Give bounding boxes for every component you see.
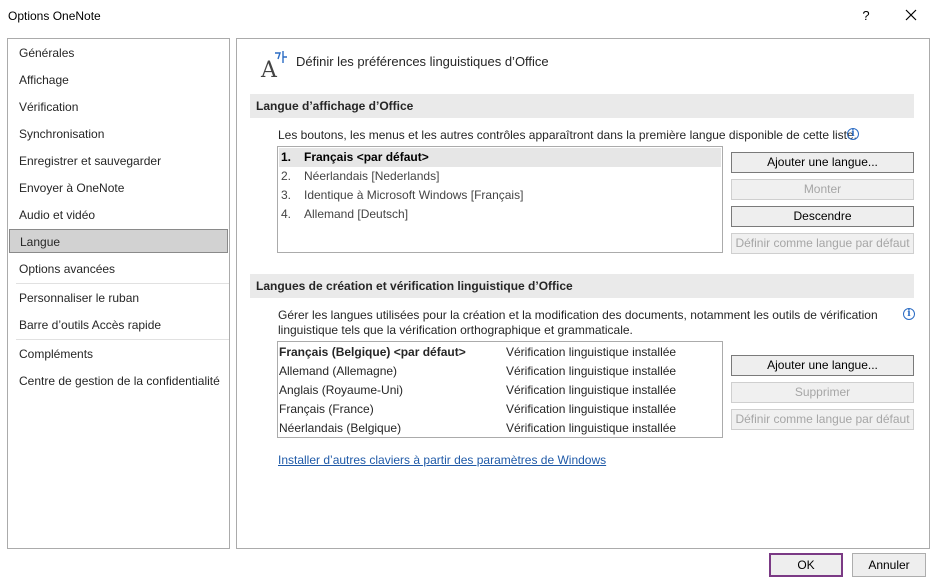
move-down-button[interactable]: Descendre (731, 206, 914, 227)
sidebar-item-envoyer[interactable]: Envoyer à OneNote (9, 176, 228, 200)
ok-button[interactable]: OK (769, 553, 843, 577)
close-button[interactable] (898, 4, 924, 28)
display-language-list[interactable]: 1. Français <par défaut> 2. Néerlandais … (277, 146, 723, 253)
list-item-number: 3. (281, 188, 292, 202)
sidebar-item-personnaliser-ruban[interactable]: Personnaliser le ruban (9, 286, 228, 310)
add-editing-language-button[interactable]: Ajouter une langue... (731, 355, 914, 376)
list-item-status: Vérification linguistique installée (506, 364, 677, 378)
sidebar-item-affichage[interactable]: Affichage (9, 68, 228, 92)
list-item-language: Néerlandais (Belgique) (279, 421, 402, 435)
list-item-label: Néerlandais [Nederlands] (304, 169, 440, 183)
install-keyboards-link[interactable]: Installer d’autres claviers à partir des… (278, 453, 606, 467)
sidebar-item-generales[interactable]: Générales (9, 41, 228, 65)
list-item-status: Vérification linguistique installée (506, 421, 677, 435)
sidebar-item-enregistrer[interactable]: Enregistrer et sauvegarder (9, 149, 228, 173)
sidebar-divider (16, 339, 229, 340)
close-icon (905, 9, 917, 21)
list-item-status: Vérification linguistique installée (506, 345, 677, 359)
sidebar-item-confidentialite[interactable]: Centre de gestion de la confidentialité (9, 369, 228, 393)
editing-language-description-line1: Gérer les langues utilisées pour la créa… (278, 308, 878, 322)
list-item[interactable]: 2. Néerlandais [Nederlands] (279, 167, 721, 186)
main-panel: A Définir les préférences linguistiques … (236, 38, 930, 549)
help-button[interactable]: ? (854, 4, 878, 28)
list-item-status: Vérification linguistique installée (506, 402, 677, 416)
list-item[interactable]: Néerlandais (Belgique) Vérification ling… (279, 419, 719, 437)
sidebar-item-langue[interactable]: Langue (9, 229, 228, 253)
set-default-display-language-button[interactable]: Définir comme langue par défaut (731, 233, 914, 254)
list-item-language: Allemand (Allemagne) (279, 364, 398, 378)
editing-language-list[interactable]: Français (Belgique) <par défaut> Vérific… (277, 341, 723, 438)
list-item-language: Français (Belgique) <par défaut> (279, 345, 466, 359)
list-item[interactable]: Allemand (Allemagne) Vérification lingui… (279, 362, 719, 381)
info-icon[interactable]: i (903, 308, 915, 320)
sidebar-item-barre-acces-rapide[interactable]: Barre d’outils Accès rapide (9, 313, 228, 337)
window-title: Options OneNote (8, 9, 101, 23)
list-item-status: Vérification linguistique installée (506, 383, 677, 397)
sidebar: Générales Affichage Vérification Synchro… (7, 38, 230, 549)
list-item[interactable]: 1. Français <par défaut> (279, 148, 721, 167)
svg-text:A: A (260, 58, 278, 79)
sidebar-item-verification[interactable]: Vérification (9, 95, 228, 119)
editing-language-description-line2: linguistique tels que la vérification or… (278, 323, 633, 337)
remove-language-button[interactable]: Supprimer (731, 382, 914, 403)
sidebar-item-audio-video[interactable]: Audio et vidéo (9, 203, 228, 227)
list-item[interactable]: Français (France) Vérification linguisti… (279, 400, 719, 419)
list-item-language: Français (France) (279, 402, 374, 416)
list-item-language: Anglais (Royaume-Uni) (279, 383, 404, 397)
list-item[interactable]: Anglais (Royaume-Uni) Vérification lingu… (279, 381, 719, 400)
list-item-number: 2. (281, 169, 292, 183)
list-item-number: 4. (281, 207, 292, 221)
sidebar-divider (16, 283, 229, 284)
title-bar: Options OneNote ? (0, 0, 939, 32)
info-icon[interactable]: i (847, 128, 859, 140)
language-icon: A (260, 49, 290, 83)
list-item[interactable]: 3. Identique à Microsoft Windows [França… (279, 186, 721, 205)
list-item-label: Identique à Microsoft Windows [Français] (304, 188, 524, 202)
list-item-number: 1. (281, 150, 292, 164)
page-title: Définir les préférences linguistiques d’… (296, 54, 549, 69)
display-language-description: Les boutons, les menus et les autres con… (278, 128, 858, 142)
list-item-label: Français <par défaut> (304, 150, 429, 164)
add-display-language-button[interactable]: Ajouter une langue... (731, 152, 914, 173)
sidebar-item-complements[interactable]: Compléments (9, 342, 228, 366)
section-header-display-language: Langue d’affichage d’Office (250, 94, 914, 118)
list-item[interactable]: 4. Allemand [Deutsch] (279, 205, 721, 224)
cancel-button[interactable]: Annuler (852, 553, 926, 577)
section-header-editing-languages: Langues de création et vérification ling… (250, 274, 914, 298)
sidebar-item-synchronisation[interactable]: Synchronisation (9, 122, 228, 146)
move-up-button[interactable]: Monter (731, 179, 914, 200)
list-item[interactable]: Français (Belgique) <par défaut> Vérific… (279, 343, 719, 362)
sidebar-item-options-avancees[interactable]: Options avancées (9, 257, 228, 281)
set-default-editing-language-button[interactable]: Définir comme langue par défaut (731, 409, 914, 430)
list-item-label: Allemand [Deutsch] (304, 207, 409, 221)
